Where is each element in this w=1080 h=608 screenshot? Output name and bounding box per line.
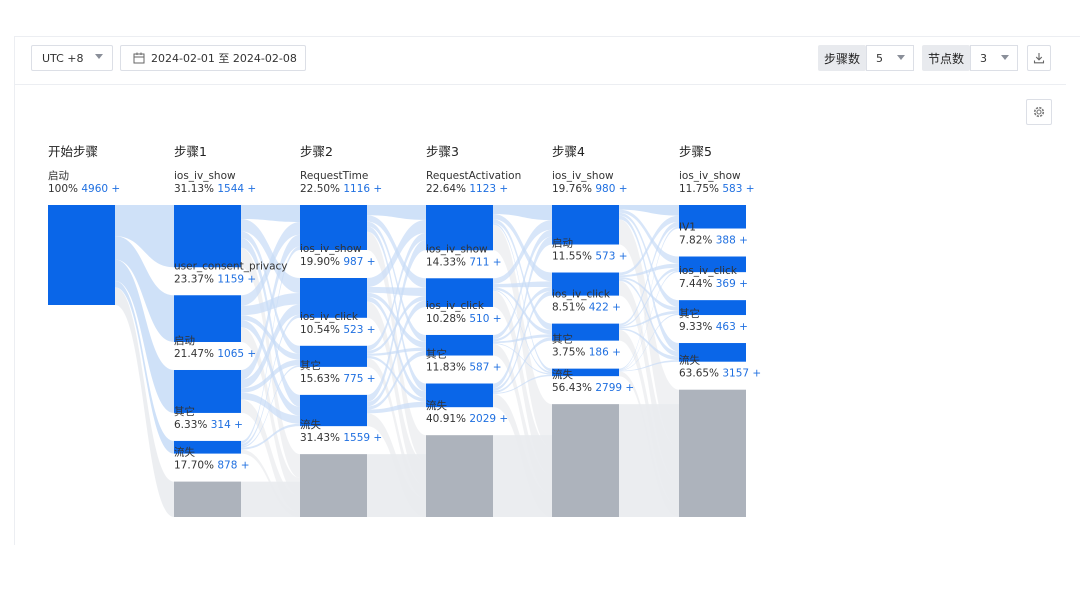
- step-title: 步骤2: [300, 144, 333, 159]
- node-stats: 23.37% 1159 +: [174, 273, 256, 285]
- node-stats: 10.54% 523 +: [300, 324, 376, 336]
- sankey-node-lost[interactable]: [300, 454, 367, 517]
- node-name: ios_iv_show: [174, 170, 236, 182]
- node-name: IV1: [679, 222, 696, 234]
- node-name: 其它: [174, 405, 195, 418]
- node-name: ios_iv_click: [552, 289, 611, 301]
- node-name: ios_iv_click: [300, 311, 359, 323]
- node-name: ios_iv_click: [679, 265, 738, 277]
- sankey-link-lost: [241, 481, 300, 517]
- step-title: 步骤5: [679, 144, 712, 159]
- node-stats: 22.64% 1123 +: [426, 183, 508, 195]
- node-name: 启动: [552, 237, 573, 250]
- sankey-chart: 开始步骤启动100% 4960 +步骤1ios_iv_show31.13% 15…: [48, 144, 761, 517]
- sankey-link-lost: [367, 454, 426, 517]
- node-stats: 17.70% 878 +: [174, 460, 250, 472]
- node-stats: 31.13% 1544 +: [174, 183, 256, 195]
- node-name: 流失: [426, 399, 447, 412]
- step-title: 步骤3: [426, 144, 459, 159]
- node-name: ios_iv_show: [679, 170, 741, 182]
- node-stats: 40.91% 2029 +: [426, 413, 508, 425]
- sankey-node-lost[interactable]: [426, 435, 493, 517]
- sankey-node[interactable]: [174, 205, 241, 268]
- sankey-link-lost: [619, 404, 679, 517]
- node-name: 流失: [552, 368, 573, 381]
- node-stats: 56.43% 2799 +: [552, 382, 634, 394]
- node-stats: 19.90% 987 +: [300, 256, 376, 268]
- node-name: user_consent_privacy: [174, 260, 288, 272]
- node-name: 流失: [174, 446, 195, 459]
- step-title: 步骤4: [552, 144, 585, 159]
- node-stats: 6.33% 314 +: [174, 419, 243, 431]
- sankey-node-lost[interactable]: [552, 404, 619, 517]
- node-stats: 15.63% 775 +: [300, 373, 376, 385]
- sankey-node[interactable]: [48, 205, 115, 305]
- node-name: ios_iv_show: [552, 170, 614, 182]
- node-name: RequestTime: [300, 170, 368, 182]
- node-stats: 3.75% 186 +: [552, 347, 621, 359]
- node-name: ios_iv_click: [426, 300, 485, 312]
- step-title: 步骤1: [174, 144, 207, 159]
- node-name: 其它: [679, 307, 700, 320]
- sankey-link-lost: [493, 435, 552, 517]
- node-stats: 21.47% 1065 +: [174, 348, 256, 360]
- node-stats: 31.43% 1559 +: [300, 432, 382, 444]
- node-stats: 22.50% 1116 +: [300, 183, 382, 195]
- node-name: 启动: [174, 334, 195, 347]
- node-stats: 11.55% 573 +: [552, 251, 628, 263]
- node-name: 其它: [300, 359, 321, 372]
- node-name: ios_iv_show: [426, 243, 488, 255]
- node-name: 其它: [426, 348, 447, 361]
- node-name: 其它: [552, 333, 573, 346]
- node-stats: 19.76% 980 +: [552, 183, 628, 195]
- step-title: 开始步骤: [48, 144, 98, 159]
- node-name: RequestActivation: [426, 170, 521, 182]
- node-stats: 7.44% 369 +: [679, 278, 748, 290]
- node-stats: 7.82% 388 +: [679, 235, 748, 247]
- node-stats: 11.83% 587 +: [426, 362, 502, 374]
- node-name: 流失: [300, 418, 321, 431]
- node-stats: 63.65% 3157 +: [679, 368, 761, 380]
- node-name: 流失: [679, 354, 700, 367]
- node-stats: 10.28% 510 +: [426, 313, 502, 325]
- node-stats: 11.75% 583 +: [679, 183, 755, 195]
- sankey-link: [241, 205, 300, 223]
- sankey-node-lost[interactable]: [679, 389, 746, 517]
- node-name: 启动: [48, 169, 69, 182]
- node-stats: 8.51% 422 +: [552, 302, 621, 314]
- sankey-node-lost[interactable]: [174, 481, 241, 517]
- node-stats: 9.33% 463 +: [679, 321, 748, 333]
- node-name: ios_iv_show: [300, 243, 362, 255]
- node-stats: 100% 4960 +: [48, 183, 120, 195]
- node-stats: 14.33% 711 +: [426, 256, 502, 268]
